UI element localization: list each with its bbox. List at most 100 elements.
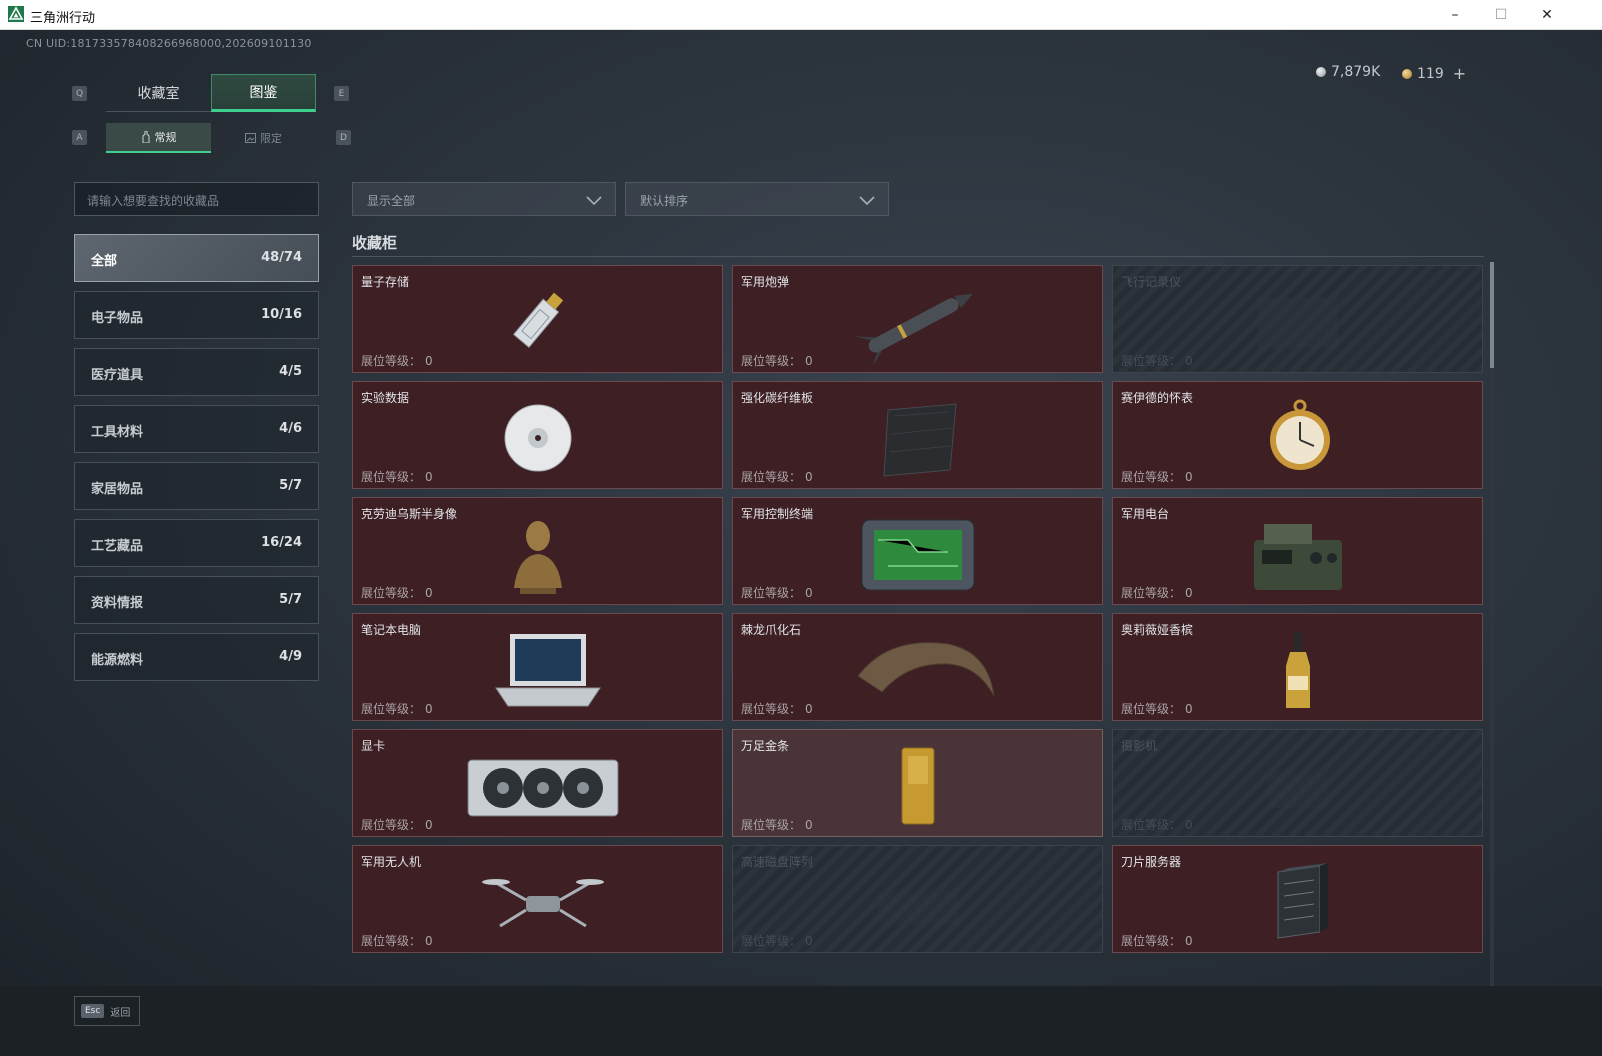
sort-dropdown[interactable]: 默认排序 xyxy=(625,182,889,216)
booth-level-label: 展位等级： xyxy=(741,702,802,716)
item-name: 实验数据 xyxy=(361,391,410,405)
sort-dropdown-value: 默认排序 xyxy=(640,194,689,208)
section-divider xyxy=(352,256,1484,257)
filter-dropdown[interactable]: 显示全部 xyxy=(352,182,616,216)
app-logo-icon xyxy=(8,6,24,22)
collection-card[interactable]: 奥莉薇娅香槟 展位等级： 0 xyxy=(1112,613,1483,721)
key-hint-d: D xyxy=(336,130,351,145)
collection-card[interactable]: 笔记本电脑展位等级： 0 xyxy=(352,613,723,721)
item-name: 军用电台 xyxy=(1121,507,1170,521)
booth-level-label: 展位等级： xyxy=(1121,586,1182,600)
scrollbar-thumb[interactable] xyxy=(1490,262,1494,368)
collection-card[interactable]: 军用电台展位等级： 0 xyxy=(1112,497,1483,605)
search-input[interactable]: 请输入想要查找的收藏品 xyxy=(74,182,319,216)
booth-level: 展位等级： 0 xyxy=(361,700,433,717)
collection-card[interactable]: 万足金条 展位等级： 0 xyxy=(732,729,1103,837)
booth-level-value: 0 xyxy=(805,934,813,948)
booth-level-value: 0 xyxy=(1185,470,1193,484)
laptop-icon xyxy=(494,634,601,707)
booth-level: 展位等级： 0 xyxy=(361,932,433,949)
item-name: 强化碳纤维板 xyxy=(741,391,814,405)
collection-card[interactable]: 棘龙爪化石展位等级： 0 xyxy=(732,613,1103,721)
item-name: 笔记本电脑 xyxy=(361,623,422,637)
key-hint-a: A xyxy=(72,130,87,145)
booth-level-value: 0 xyxy=(425,934,433,948)
carbon-plate-icon xyxy=(882,403,957,477)
filter-dropdown-value: 显示全部 xyxy=(367,194,416,208)
back-button[interactable]: Esc 返回 xyxy=(74,996,140,1026)
collection-card[interactable]: 赛伊德的怀表 展位等级： 0 xyxy=(1112,381,1483,489)
close-button[interactable]: ✕ xyxy=(1524,0,1570,30)
window-titlebar: 三角洲行动 – ☐ ✕ xyxy=(0,0,1602,30)
category-electronics[interactable]: 电子物品 10/16 xyxy=(74,291,319,339)
disc-icon xyxy=(504,404,571,472)
category-label: 家居物品 xyxy=(91,482,144,497)
booth-level: 展位等级： 0 xyxy=(741,700,813,717)
booth-level: 展位等级： 0 xyxy=(1121,352,1193,369)
collection-card[interactable]: 实验数据 展位等级： 0 xyxy=(352,381,723,489)
category-energy[interactable]: 能源燃料 4/9 xyxy=(74,633,319,681)
collection-card[interactable]: 军用控制终端 展位等级： 0 xyxy=(732,497,1103,605)
booth-level-label: 展位等级： xyxy=(1121,470,1182,484)
silver-coin-icon xyxy=(1316,67,1326,77)
bottle-icon xyxy=(142,131,149,143)
flight-recorder-icon xyxy=(1257,298,1338,348)
booth-level: 展位等级： 0 xyxy=(1121,700,1193,717)
category-count: 5/7 xyxy=(279,592,302,607)
claw-fossil-icon xyxy=(856,642,994,697)
collection-card[interactable]: 刀片服务器展位等级： 0 xyxy=(1112,845,1483,953)
subtab-regular[interactable]: 常规 xyxy=(106,123,211,153)
category-crafts[interactable]: 工艺藏品 16/24 xyxy=(74,519,319,567)
booth-level: 展位等级： 0 xyxy=(361,352,433,369)
add-currency-button[interactable]: + xyxy=(1453,64,1466,83)
booth-level-value: 0 xyxy=(805,586,813,600)
collection-card[interactable]: 军用炮弹 展位等级： 0 xyxy=(732,265,1103,373)
booth-level-value: 0 xyxy=(805,354,813,368)
grid-scrollbar[interactable] xyxy=(1490,262,1494,986)
missile-icon xyxy=(854,293,973,364)
booth-level: 展位等级： 0 xyxy=(741,352,813,369)
key-hint-e: E xyxy=(334,86,349,101)
booth-level: 展位等级： 0 xyxy=(361,816,433,833)
item-name: 棘龙爪化石 xyxy=(741,623,802,637)
booth-level: 展位等级： 0 xyxy=(1121,932,1193,949)
booth-level-label: 展位等级： xyxy=(1121,934,1182,948)
category-label: 工艺藏品 xyxy=(91,539,144,554)
game-viewport: CN UID:181733578408266968000,20260910113… xyxy=(0,30,1602,1056)
collection-card[interactable]: 量子存储 展位等级： 0 xyxy=(352,265,723,373)
item-name: 奥莉薇娅香槟 xyxy=(1121,623,1194,637)
booth-level-value: 0 xyxy=(425,586,433,600)
maximize-button[interactable]: ☐ xyxy=(1478,0,1524,30)
collection-card[interactable]: 高速磁盘阵列 展位等级： 0 xyxy=(732,845,1103,953)
booth-level-label: 展位等级： xyxy=(741,354,802,368)
collection-card[interactable]: 强化碳纤维板 展位等级： 0 xyxy=(732,381,1103,489)
category-label: 医疗道具 xyxy=(91,368,144,383)
category-medical[interactable]: 医疗道具 4/5 xyxy=(74,348,319,396)
collection-card[interactable]: 摄影机 展位等级： 0 xyxy=(1112,729,1483,837)
category-household[interactable]: 家居物品 5/7 xyxy=(74,462,319,510)
tab-collection-room[interactable]: 收藏室 xyxy=(106,74,211,112)
item-name: 刀片服务器 xyxy=(1121,855,1182,869)
booth-level: 展位等级： 0 xyxy=(741,468,813,485)
booth-level-value: 0 xyxy=(1185,586,1193,600)
booth-level-value: 0 xyxy=(1185,702,1193,716)
category-all[interactable]: 全部 48/74 xyxy=(74,234,319,282)
booth-level: 展位等级： 0 xyxy=(741,584,813,601)
item-name: 万足金条 xyxy=(741,739,790,753)
category-label: 电子物品 xyxy=(91,311,144,326)
category-intel[interactable]: 资料情报 5/7 xyxy=(74,576,319,624)
collection-card[interactable]: 军用无人机 展位等级： 0 xyxy=(352,845,723,953)
collection-card[interactable]: 显卡 展位等级： 0 xyxy=(352,729,723,837)
category-label: 全部 xyxy=(91,254,118,269)
subtab-limited[interactable]: 限定 xyxy=(211,123,316,153)
collection-card[interactable]: 飞行记录仪 展位等级： 0 xyxy=(1112,265,1483,373)
booth-level-label: 展位等级： xyxy=(361,818,422,832)
minimize-button[interactable]: – xyxy=(1432,0,1478,30)
category-tools[interactable]: 工具材料 4/6 xyxy=(74,405,319,453)
tab-codex[interactable]: 图鉴 xyxy=(211,74,316,112)
currency-silver: 7,879K xyxy=(1316,64,1380,80)
collection-grid: 量子存储 展位等级： 0 军用炮弹 展位等级： 0 飞行记录仪 展位等级： 0 实验数据 展位等级：… xyxy=(352,265,1485,983)
category-count: 4/9 xyxy=(279,649,302,664)
collection-card[interactable]: 克劳迪乌斯半身像 展位等级： 0 xyxy=(352,497,723,605)
chevron-down-icon xyxy=(859,196,875,206)
